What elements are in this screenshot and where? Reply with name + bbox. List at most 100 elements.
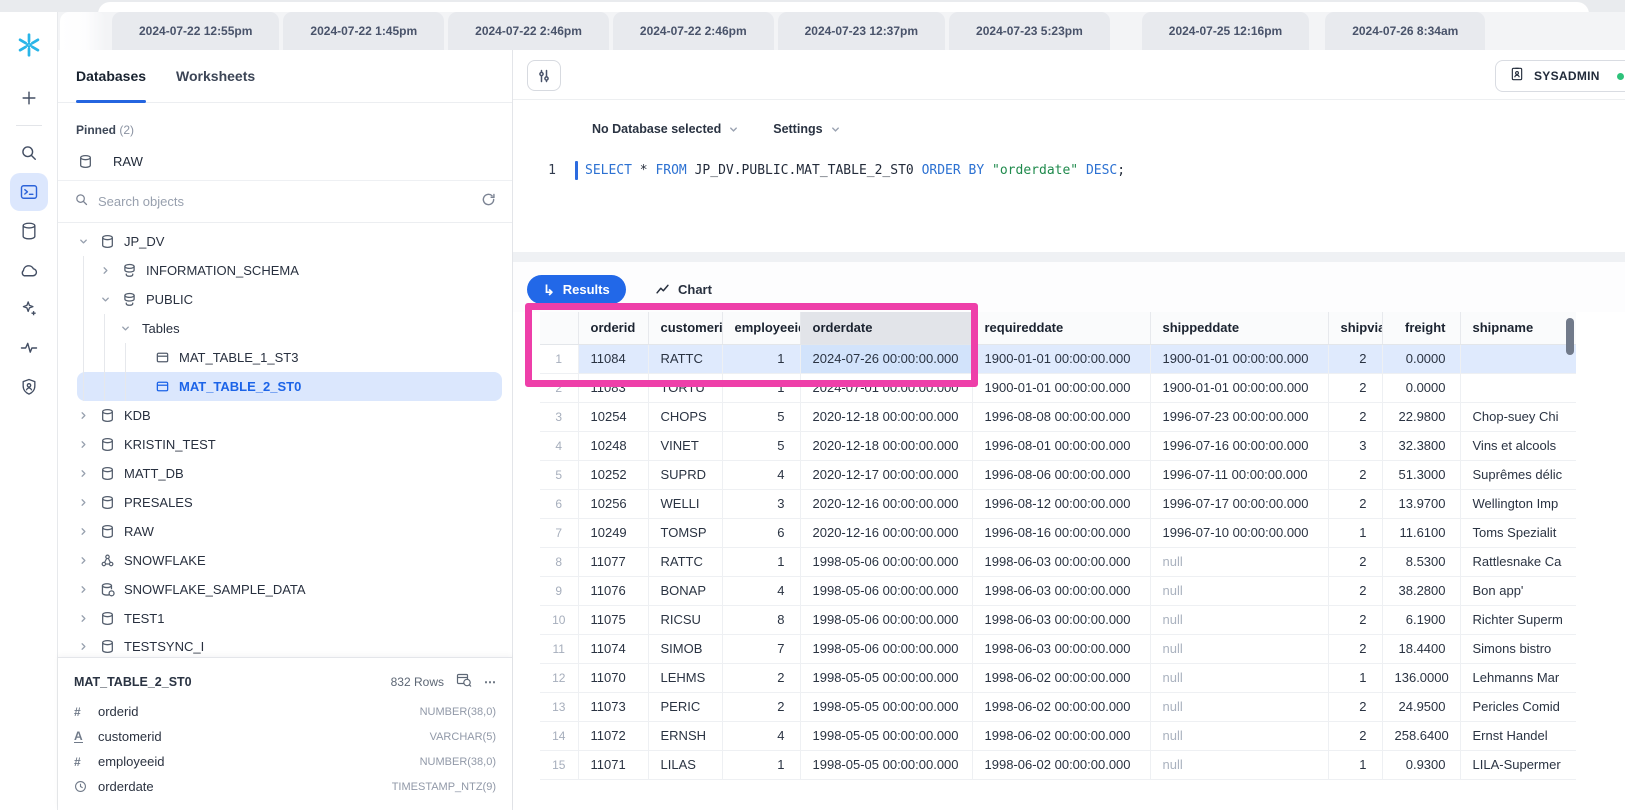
chevron-down-icon[interactable] xyxy=(78,236,100,247)
cell-orderid[interactable]: 10252 xyxy=(578,460,648,489)
cell-shippeddate[interactable]: null xyxy=(1150,721,1328,750)
tree-item-snowflake[interactable]: SNOWFLAKE xyxy=(58,546,512,575)
cell-freight[interactable]: 13.9700 xyxy=(1382,489,1460,518)
cell-shippeddate[interactable]: 1996-07-23 00:00:00.000 xyxy=(1150,402,1328,431)
chevron-right-icon[interactable] xyxy=(78,613,100,624)
cell-orderdate[interactable]: 1998-05-05 00:00:00.000 xyxy=(800,721,972,750)
cell-customerid[interactable]: BONAP xyxy=(648,576,722,605)
chevron-right-icon[interactable] xyxy=(78,555,100,566)
cell-orderdate[interactable]: 2020-12-16 00:00:00.000 xyxy=(800,489,972,518)
worksheet-tab[interactable]: 2024-07-26 8:34am xyxy=(1325,12,1485,50)
cell-freight[interactable]: 51.3000 xyxy=(1382,460,1460,489)
column-header-freight[interactable]: freight xyxy=(1382,312,1460,344)
cell-freight[interactable]: 136.0000 xyxy=(1382,663,1460,692)
cell-shipname[interactable]: Pericles Comid xyxy=(1460,692,1576,721)
cell-orderid[interactable]: 11074 xyxy=(578,634,648,663)
cell-requireddate[interactable]: 1996-08-06 00:00:00.000 xyxy=(972,460,1150,489)
worksheet-tab[interactable]: 2024-07-23 5:23pm xyxy=(949,12,1110,50)
cell-employeeid[interactable]: 4 xyxy=(722,460,800,489)
tree-item-kdb[interactable]: KDB xyxy=(58,401,512,430)
cell-customerid[interactable]: CHOPS xyxy=(648,402,722,431)
cell-customerid[interactable]: RATTC xyxy=(648,547,722,576)
preview-data-icon[interactable] xyxy=(456,672,472,691)
worksheet-tab[interactable]: 2024-07-22 12:55pm xyxy=(112,12,279,50)
cell-shippeddate[interactable]: null xyxy=(1150,576,1328,605)
refresh-icon[interactable] xyxy=(481,192,496,212)
vertical-scrollbar[interactable] xyxy=(1566,318,1574,355)
cell-shipvia[interactable]: 2 xyxy=(1328,721,1382,750)
cell-shippeddate[interactable]: null xyxy=(1150,663,1328,692)
database-selector-dropdown[interactable]: No Database selected xyxy=(592,122,739,136)
cell-shippeddate[interactable]: 1996-07-17 00:00:00.000 xyxy=(1150,489,1328,518)
worksheet-tab[interactable]: 2024-07-22 1:45pm xyxy=(283,12,444,50)
cell-shipname[interactable]: Simons bistro xyxy=(1460,634,1576,663)
table-row[interactable]: 811077RATTC11998-05-06 00:00:00.0001998-… xyxy=(540,547,1576,576)
cell-orderid[interactable]: 11076 xyxy=(578,576,648,605)
cell-orderdate[interactable]: 2024-07-01 00:00:00.000 xyxy=(800,373,972,402)
cell-shipname[interactable]: Vins et alcools xyxy=(1460,431,1576,460)
cell-orderid[interactable]: 11072 xyxy=(578,721,648,750)
cell-freight[interactable]: 0.0000 xyxy=(1382,344,1460,373)
cell-orderdate[interactable]: 1998-05-06 00:00:00.000 xyxy=(800,547,972,576)
cell-employeeid[interactable]: 6 xyxy=(722,518,800,547)
cell-orderid[interactable]: 10256 xyxy=(578,489,648,518)
cell-shipvia[interactable]: 2 xyxy=(1328,402,1382,431)
cell-orderid[interactable]: 11075 xyxy=(578,605,648,634)
column-header-customerid[interactable]: customerid xyxy=(648,312,722,344)
cell-freight[interactable]: 24.9500 xyxy=(1382,692,1460,721)
chevron-right-icon[interactable] xyxy=(78,439,100,450)
cell-requireddate[interactable]: 1998-06-02 00:00:00.000 xyxy=(972,750,1150,779)
cell-customerid[interactable]: LILAS xyxy=(648,750,722,779)
cell-orderid[interactable]: 11071 xyxy=(578,750,648,779)
cell-shipname[interactable] xyxy=(1460,344,1576,373)
worksheet-tab[interactable]: 2024-07-25 12:16pm xyxy=(1142,12,1309,50)
cell-orderid[interactable]: 11083 xyxy=(578,373,648,402)
column-row-customerid[interactable]: AcustomeridVARCHAR(5) xyxy=(58,724,512,749)
cell-customerid[interactable]: PERIC xyxy=(648,692,722,721)
column-header-shippeddate[interactable]: shippeddate xyxy=(1150,312,1328,344)
cell-shippeddate[interactable]: 1900-01-01 00:00:00.000 xyxy=(1150,373,1328,402)
cell-shipvia[interactable]: 1 xyxy=(1328,750,1382,779)
results-table[interactable]: orderidcustomeridemployeeidorderdaterequ… xyxy=(540,312,1576,810)
cell-employeeid[interactable]: 4 xyxy=(722,721,800,750)
table-row[interactable]: 710249TOMSP62020-12-16 00:00:00.0001996-… xyxy=(540,518,1576,547)
column-header-orderdate[interactable]: orderdate xyxy=(800,312,972,344)
cell-requireddate[interactable]: 1996-08-12 00:00:00.000 xyxy=(972,489,1150,518)
cell-shippeddate[interactable]: 1996-07-10 00:00:00.000 xyxy=(1150,518,1328,547)
chevron-right-icon[interactable] xyxy=(78,584,100,595)
cell-orderid[interactable]: 10254 xyxy=(578,402,648,431)
cell-freight[interactable]: 32.3800 xyxy=(1382,431,1460,460)
cell-shippeddate[interactable]: null xyxy=(1150,634,1328,663)
table-row[interactable]: 610256WELLI32020-12-16 00:00:00.0001996-… xyxy=(540,489,1576,518)
search-objects-input[interactable] xyxy=(98,194,472,209)
cell-requireddate[interactable]: 1900-01-01 00:00:00.000 xyxy=(972,344,1150,373)
table-row[interactable]: 211083TORTU12024-07-01 00:00:00.0001900-… xyxy=(540,373,1576,402)
cell-shippeddate[interactable]: null xyxy=(1150,605,1328,634)
cell-shipvia[interactable]: 2 xyxy=(1328,460,1382,489)
cell-orderid[interactable]: 11070 xyxy=(578,663,648,692)
chevron-right-icon[interactable] xyxy=(78,526,100,537)
chevron-right-icon[interactable] xyxy=(78,410,100,421)
column-header-requireddate[interactable]: requireddate xyxy=(972,312,1150,344)
table-row[interactable]: 1111074SIMOB71998-05-06 00:00:00.0001998… xyxy=(540,634,1576,663)
tree-item-jp_dv[interactable]: JP_DV xyxy=(58,227,512,256)
cell-freight[interactable]: 0.0000 xyxy=(1382,373,1460,402)
cell-shipname[interactable]: Bon app' xyxy=(1460,576,1576,605)
column-header-shipname[interactable]: shipname xyxy=(1460,312,1576,344)
cell-customerid[interactable]: SUPRD xyxy=(648,460,722,489)
tab-results[interactable]: ↳ Results xyxy=(527,275,626,304)
tree-item-testsync_i[interactable]: TESTSYNC_I xyxy=(58,633,512,657)
cell-employeeid[interactable]: 1 xyxy=(722,547,800,576)
cell-shipname[interactable] xyxy=(1460,373,1576,402)
cell-shipname[interactable]: Suprêmes délic xyxy=(1460,460,1576,489)
tree-item-kristin_test[interactable]: KRISTIN_TEST xyxy=(58,430,512,459)
chevron-right-icon[interactable] xyxy=(100,265,122,276)
search-icon[interactable] xyxy=(10,134,48,172)
cell-customerid[interactable]: VINET xyxy=(648,431,722,460)
cell-shipvia[interactable]: 2 xyxy=(1328,489,1382,518)
cell-employeeid[interactable]: 1 xyxy=(722,373,800,402)
tree-item-information_schema[interactable]: INFORMATION_SCHEMA xyxy=(58,256,512,285)
cell-shipvia[interactable]: 2 xyxy=(1328,692,1382,721)
new-worksheet-plus-icon[interactable] xyxy=(10,79,48,117)
table-row[interactable]: 1411072ERNSH41998-05-05 00:00:00.0001998… xyxy=(540,721,1576,750)
